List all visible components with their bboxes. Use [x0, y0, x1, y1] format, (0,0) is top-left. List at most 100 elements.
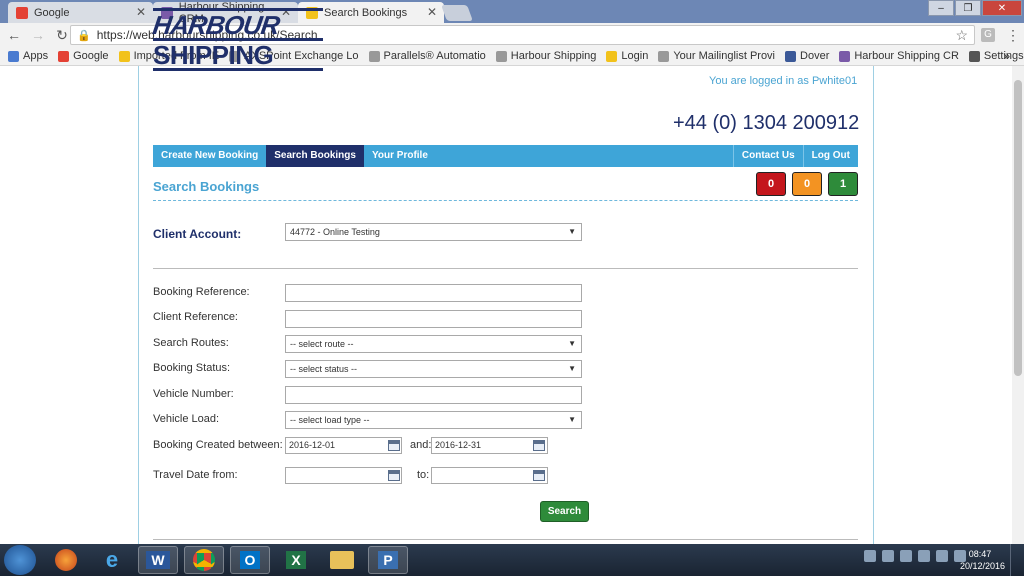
bookmark-item[interactable]: Parallels® Automatio [368, 50, 486, 62]
tab-google[interactable]: Google ✕ [8, 2, 153, 23]
status-badge-red[interactable]: 0 [756, 172, 786, 196]
close-tab-icon[interactable]: ✕ [427, 5, 437, 19]
file-explorer-icon[interactable] [322, 546, 362, 574]
created-from-date-input[interactable]: 2016-12-01 [285, 437, 402, 454]
flag-icon[interactable] [918, 550, 930, 562]
harbour-shipping-logo[interactable]: HARBOUR SHIPPING [151, 8, 323, 71]
window-controls: – ❐ ✕ [928, 0, 1022, 16]
bookmark-icon [8, 50, 19, 62]
new-tab-button[interactable] [441, 5, 473, 21]
calendar-icon[interactable] [533, 440, 545, 451]
close-tab-icon[interactable]: ✕ [136, 5, 146, 19]
network-icon[interactable] [936, 550, 948, 562]
travel-from-date-input[interactable] [285, 467, 402, 484]
vehicle-load-value: -- select load type -- [290, 415, 370, 425]
reload-icon[interactable]: ↻ [52, 27, 72, 44]
tray-app-icon[interactable] [882, 550, 894, 562]
calendar-icon[interactable] [533, 470, 545, 481]
bookmark-item[interactable]: Harbour Shipping [495, 50, 597, 62]
vehicle-load-label: Vehicle Load: [153, 413, 220, 425]
client-account-select[interactable]: 44772 - Online Testing ▼ [285, 223, 582, 241]
google-icon [16, 6, 28, 19]
nav-create-new-booking[interactable]: Create New Booking [153, 145, 266, 167]
bookmarks-more-icon[interactable]: » [1003, 49, 1010, 63]
firefox-icon[interactable] [46, 546, 86, 574]
vehicle-number-input[interactable] [285, 386, 582, 404]
nav-your-profile[interactable]: Your Profile [364, 145, 436, 167]
clock-time: 08:47 [968, 549, 992, 559]
chrome-icon[interactable] [184, 546, 224, 574]
travel-date-from-label: Travel Date from: [153, 469, 238, 481]
bookmark-icon [495, 50, 507, 62]
calendar-icon[interactable] [388, 470, 400, 481]
calendar-icon[interactable] [388, 440, 400, 451]
nav-contact-us[interactable]: Contact Us [732, 145, 803, 167]
scrollbar-thumb[interactable] [1014, 80, 1022, 376]
windows-taskbar: e W O X P 08:47 20/12/2016 [0, 544, 1024, 576]
bookmark-item[interactable]: Google [58, 50, 109, 62]
bookmark-item[interactable]: Apps [8, 50, 48, 62]
bookmark-icon [968, 50, 980, 62]
to-label: to: [417, 469, 430, 481]
nav-right-group: Contact Us Log Out [732, 145, 858, 167]
bookmark-label: Dover [800, 50, 830, 62]
clock[interactable]: 08:47 20/12/2016 [960, 548, 1006, 572]
bookmark-item[interactable]: Login [606, 50, 648, 62]
bookmark-star-icon[interactable]: ☆ [955, 27, 968, 44]
lock-icon: 🔒 [77, 29, 91, 42]
dropdown-arrow-icon: ▼ [568, 415, 576, 424]
nav-log-out[interactable]: Log Out [802, 145, 858, 167]
booking-reference-input[interactable] [285, 284, 582, 302]
status-badge-orange[interactable]: 0 [792, 172, 822, 196]
menu-icon[interactable]: ⋮ [1006, 27, 1020, 44]
clock-date: 20/12/2016 [960, 561, 1006, 571]
bookmark-label: Harbour Shipping [510, 50, 597, 62]
close-window-icon[interactable]: ✕ [982, 0, 1022, 16]
back-arrow-icon[interactable]: ← [4, 27, 24, 43]
bookmark-label: Google [73, 50, 109, 62]
booking-reference-label: Booking Reference: [153, 286, 250, 298]
show-desktop-button[interactable] [1010, 544, 1024, 576]
client-account-value: 44772 - Online Testing [290, 227, 380, 237]
bookmark-icon [606, 50, 618, 62]
bookmark-item[interactable]: Settings [968, 50, 1024, 62]
internet-explorer-icon[interactable]: e [92, 546, 132, 574]
bookmark-label: Your Mailinglist Provi [673, 50, 776, 62]
section-divider [153, 200, 858, 201]
search-routes-select[interactable]: -- select route -- ▼ [285, 335, 582, 353]
booking-status-select[interactable]: -- select status -- ▼ [285, 360, 582, 378]
outlook-icon[interactable]: O [230, 546, 270, 574]
search-routes-label: Search Routes: [153, 337, 229, 349]
minimize-icon[interactable]: – [928, 0, 954, 16]
search-button[interactable]: Search [540, 501, 589, 522]
nav-search-bookings[interactable]: Search Bookings [266, 145, 364, 167]
bookmark-icon [658, 50, 670, 62]
excel-icon[interactable]: X [276, 546, 316, 574]
created-to-date-input[interactable]: 2016-12-31 [431, 437, 548, 454]
booking-status-value: -- select status -- [290, 364, 358, 374]
word-icon[interactable]: W [138, 546, 178, 574]
parallels-icon[interactable]: P [368, 546, 408, 574]
bookmark-icon [58, 50, 70, 62]
bookmark-item[interactable]: Harbour Shipping CR [839, 50, 959, 62]
bookmark-label: Apps [23, 50, 49, 62]
client-reference-input[interactable] [285, 310, 582, 328]
tray-arrow-icon[interactable] [864, 550, 876, 562]
extension-icon[interactable]: G [981, 28, 995, 42]
restore-icon[interactable]: ❐ [955, 0, 981, 16]
forward-arrow-icon[interactable]: → [28, 27, 48, 43]
vertical-scrollbar[interactable] [1012, 66, 1024, 544]
bookmark-label: Login [621, 50, 649, 62]
status-badge-green[interactable]: 1 [828, 172, 858, 196]
tray-app-icon[interactable] [900, 550, 912, 562]
travel-to-date-input[interactable] [431, 467, 548, 484]
start-button[interactable] [4, 545, 36, 575]
search-routes-value: -- select route -- [290, 339, 354, 349]
bookmark-item[interactable]: Dover [785, 50, 829, 62]
bookmark-item[interactable]: Your Mailinglist Provi [658, 50, 775, 62]
system-tray [864, 550, 966, 562]
dropdown-arrow-icon: ▼ [568, 364, 576, 373]
vehicle-load-select[interactable]: -- select load type -- ▼ [285, 411, 582, 429]
form-divider [153, 268, 858, 269]
created-between-label: Booking Created between: [153, 439, 283, 451]
